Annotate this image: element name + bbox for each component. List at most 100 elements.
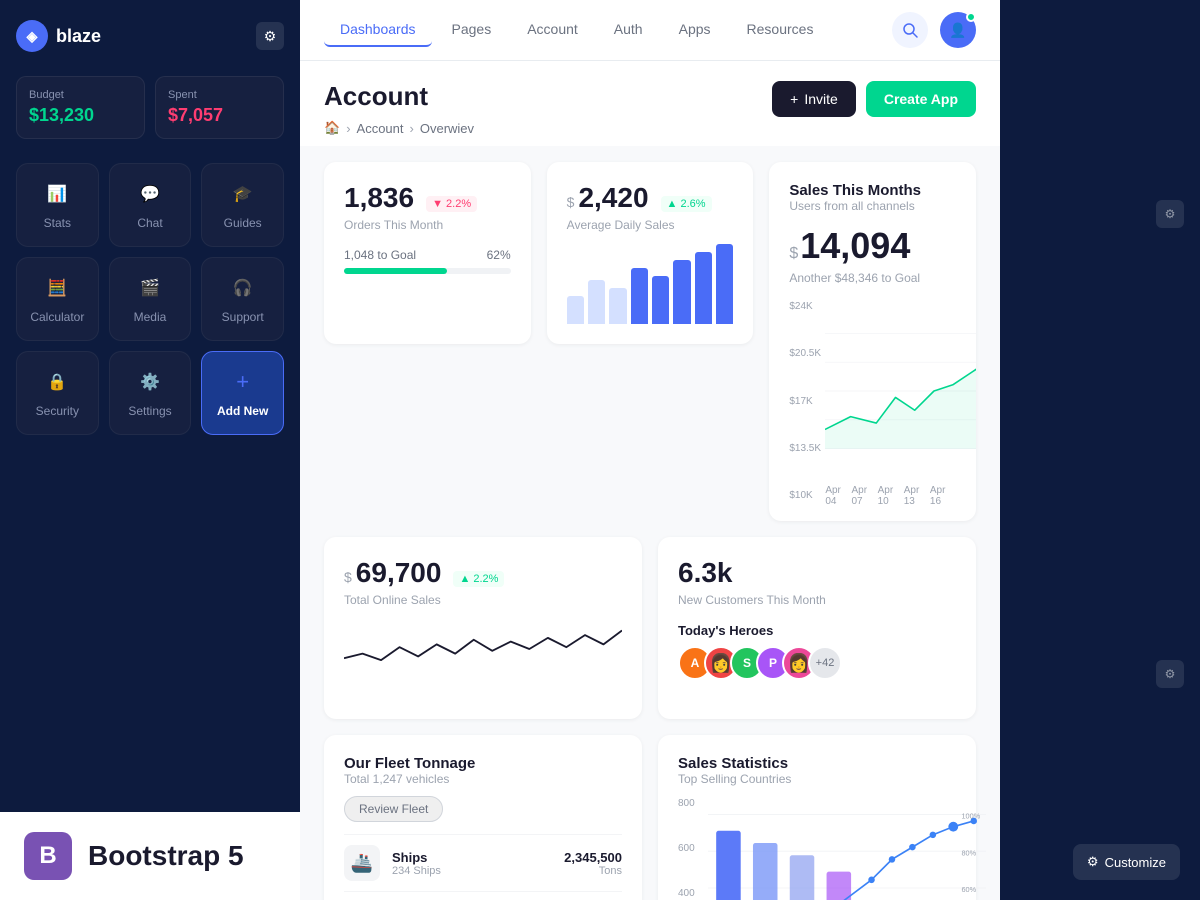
bar-2 <box>588 280 605 324</box>
chart-y-labels: $24K $20.5K $17K $13.5K $10K <box>789 301 821 501</box>
pct-100: 100% <box>961 812 980 821</box>
daily-sales-prefix: $ <box>567 194 575 210</box>
progress-pct: 62% <box>487 248 511 262</box>
user-avatar[interactable]: 👤 <box>940 12 976 48</box>
menu-toggle-button[interactable]: ⚙ <box>256 22 284 50</box>
fleet-item-trucks: 🚛 Trucks 1,460 Trucks 457,200 Tons <box>344 891 622 900</box>
media-icon: 🎬 <box>136 274 164 302</box>
breadcrumb-home: 🏠 <box>324 120 340 136</box>
create-app-button[interactable]: Create App <box>866 81 976 117</box>
guides-icon: 🎓 <box>229 180 257 208</box>
ss-y1: 800 <box>678 798 695 809</box>
spent-card: Spent $7,057 <box>155 76 284 139</box>
page-title: Account <box>324 81 474 112</box>
sales-stats-sub: Top Selling Countries <box>678 772 956 786</box>
bar-4 <box>631 268 648 324</box>
search-icon <box>902 22 918 38</box>
ships-tons: 2,345,500 <box>564 850 622 865</box>
sidebar-item-add-new[interactable]: + Add New <box>201 351 284 435</box>
fleet-sub: Total 1,247 vehicles <box>344 772 622 786</box>
panel-icon-1[interactable]: ⚙ <box>1156 200 1184 228</box>
wave-svg <box>344 619 622 679</box>
bar-1 <box>567 296 584 324</box>
ships-unit: Tons <box>564 865 622 877</box>
customize-label: Customize <box>1105 855 1166 870</box>
invite-label: Invite <box>804 91 837 107</box>
tab-apps[interactable]: Apps <box>663 13 727 47</box>
breadcrumb-account: Account <box>357 121 404 136</box>
y-label-3: $17K <box>789 396 821 407</box>
panel-icon-2[interactable]: ⚙ <box>1156 660 1184 688</box>
sidebar: ◈ blaze ⚙ Budget $13,230 Spent $7,057 📊 … <box>0 0 300 900</box>
bottom-row: Our Fleet Tonnage Total 1,247 vehicles R… <box>324 735 976 900</box>
customize-button[interactable]: ⚙ Customize <box>1073 844 1180 880</box>
logo-area: ◈ blaze <box>16 20 101 52</box>
chat-label: Chat <box>137 216 162 230</box>
ships-name: Ships <box>392 850 441 865</box>
pct-60: 60% <box>961 885 976 894</box>
sales-stats-chart: 800 600 400 200 <box>678 798 956 900</box>
invite-button[interactable]: + Invite <box>772 81 856 117</box>
sales-month-goal: Another $48,346 to Goal <box>789 271 956 285</box>
main-content: Dashboards Pages Account Auth Apps Resou… <box>300 0 1000 900</box>
sales-month-prefix: $ <box>789 245 798 263</box>
sidebar-item-settings[interactable]: ⚙️ Settings <box>109 351 192 435</box>
online-sales-label: Total Online Sales <box>344 593 622 607</box>
security-icon: 🔒 <box>43 368 71 396</box>
x-label-3: Apr 10 <box>878 485 904 507</box>
sidebar-item-support[interactable]: 🎧 Support <box>201 257 284 341</box>
online-sales-card: $ 69,700 ▲ 2.2% Total Online Sales <box>324 537 642 719</box>
x-label-5: Apr 16 <box>930 485 956 507</box>
calculator-label: Calculator <box>30 310 84 324</box>
orders-card: 1,836 ▼ 2.2% Orders This Month 1,048 to … <box>324 162 531 344</box>
stats-label: Stats <box>44 216 71 230</box>
budget-row: Budget $13,230 Spent $7,057 <box>16 76 284 139</box>
new-customers-label: New Customers This Month <box>678 593 956 607</box>
orders-label: Orders This Month <box>344 218 511 232</box>
dashboard-grid: 1,836 ▼ 2.2% Orders This Month 1,048 to … <box>300 146 1000 900</box>
tab-dashboards[interactable]: Dashboards <box>324 13 432 47</box>
orders-value: 1,836 <box>344 182 414 214</box>
progress-bar-fill <box>344 268 447 274</box>
online-sales-value: 69,700 <box>356 557 442 589</box>
add-new-label: Add New <box>217 404 268 418</box>
search-button[interactable] <box>892 12 928 48</box>
calculator-icon: 🧮 <box>43 274 71 302</box>
sidebar-item-calculator[interactable]: 🧮 Calculator <box>16 257 99 341</box>
ships-value-area: 2,345,500 Tons <box>564 850 622 877</box>
x-label-1: Apr 04 <box>825 485 851 507</box>
sidebar-item-media[interactable]: 🎬 Media <box>109 257 192 341</box>
page-header: Account 🏠 › Account › Overwiev + Invite … <box>300 61 1000 146</box>
tab-pages[interactable]: Pages <box>436 13 508 47</box>
tab-resources[interactable]: Resources <box>731 13 830 47</box>
panel-curve <box>1000 0 1200 900</box>
tab-account[interactable]: Account <box>511 13 594 47</box>
right-panel: ⚙ ⚙ ⚙ Customize <box>1000 0 1200 900</box>
breadcrumb-sep-2: › <box>410 121 414 136</box>
customize-icon: ⚙ <box>1087 854 1099 870</box>
sidebar-item-security[interactable]: 🔒 Security <box>16 351 99 435</box>
review-fleet-button[interactable]: Review Fleet <box>344 796 443 822</box>
bar-7 <box>695 252 712 324</box>
progress-label: 1,048 to Goal <box>344 248 416 262</box>
budget-card: Budget $13,230 <box>16 76 145 139</box>
sales-stats-svg: 100% 80% 60% 40% <box>708 798 986 900</box>
daily-sales-label: Average Daily Sales <box>567 218 734 232</box>
add-new-icon: + <box>229 368 257 396</box>
stats-icon: 📊 <box>43 180 71 208</box>
nav-tabs: Dashboards Pages Account Auth Apps Resou… <box>324 13 829 47</box>
avatar-extra: +42 <box>808 646 842 680</box>
sidebar-item-chat[interactable]: 💬 Chat <box>109 163 192 247</box>
sales-month-value: 14,094 <box>800 225 910 267</box>
sidebar-item-guides[interactable]: 🎓 Guides <box>201 163 284 247</box>
tab-auth[interactable]: Auth <box>598 13 659 47</box>
y-label-1: $24K <box>789 301 821 312</box>
sidebar-item-stats[interactable]: 📊 Stats <box>16 163 99 247</box>
settings-icon: ⚙️ <box>136 368 164 396</box>
sales-chart-area: $24K $20.5K $17K $13.5K $10K <box>789 301 956 501</box>
sales-month-title: Sales This Months <box>789 182 956 199</box>
daily-sales-chart <box>567 244 734 324</box>
sales-stats-card: Sales Statistics Top Selling Countries 8… <box>658 735 976 900</box>
media-label: Media <box>134 310 167 324</box>
settings-label: Settings <box>128 404 171 418</box>
